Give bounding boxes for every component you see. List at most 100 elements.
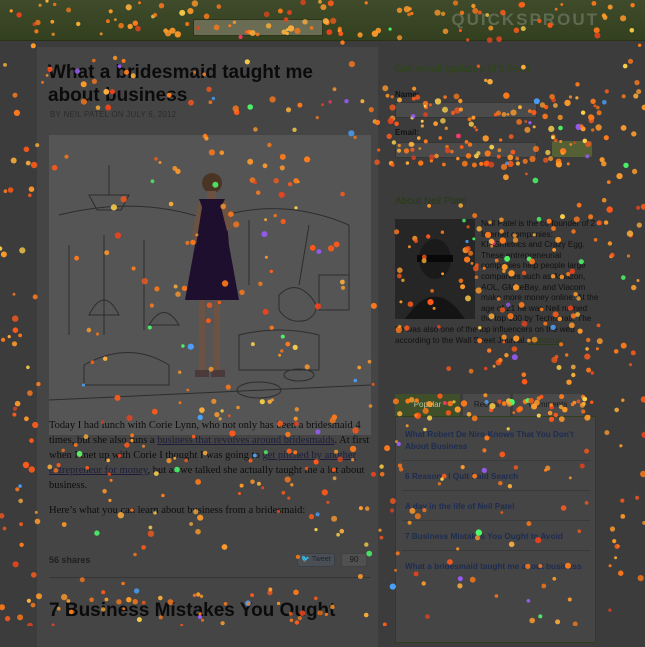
heatmap-dot (628, 59, 633, 64)
about-heading: About Neil Patel (395, 196, 467, 207)
heatmap-dot (620, 499, 624, 503)
post-body: Today I had lunch with Corie Lynn, who n… (49, 418, 371, 528)
heatmap-dot (629, 234, 632, 237)
heatmap-dot (14, 110, 20, 116)
heatmap-dot (13, 407, 17, 411)
heatmap-dot (618, 570, 624, 576)
heatmap-dot (340, 40, 344, 44)
heatmap-dot (0, 246, 2, 250)
heatmap-dot (642, 105, 645, 111)
heatmap-dot (12, 413, 16, 417)
heatmap-dot (12, 315, 18, 321)
heatmap-dot (12, 341, 17, 346)
sidebar: Get email updates (it’s free) Name: Emai… (387, 47, 608, 647)
heatmap-dot (13, 327, 19, 333)
list-item[interactable]: 7 Business Mistakes You Ought to Avoid (405, 531, 585, 543)
heatmap-dot (617, 545, 620, 548)
list-item[interactable]: What Robert De Niro Knows That You Don't… (405, 429, 585, 452)
heatmap-dot (28, 194, 32, 198)
tweet-button[interactable]: 🐦 Tweet (297, 553, 335, 567)
name-label: Name: (395, 90, 419, 99)
heatmap-dot (31, 572, 37, 578)
heatmap-dot (18, 334, 22, 338)
heatmap-dot (642, 432, 645, 438)
next-post-title[interactable]: 7 Business Mistakes You Ought (49, 600, 374, 622)
post-tabs: Popular Recent Comments (395, 394, 605, 416)
heatmap-dot (3, 527, 7, 531)
bio-continue-link[interactable]: Continue (529, 336, 562, 345)
heatmap-dot (610, 253, 615, 258)
heatmap-dot (18, 484, 21, 487)
list-item[interactable]: 6 Reasons I Quit Paid Search (405, 471, 585, 483)
heatmap-dot (637, 223, 642, 228)
heatmap-dot (614, 408, 619, 413)
heatmap-dot (609, 564, 612, 567)
subscribe-button[interactable] (552, 141, 592, 157)
tab-popular[interactable]: Popular (395, 394, 460, 416)
heatmap-dot (627, 254, 630, 257)
heatmap-dot (641, 204, 645, 210)
bridesmaid-business-link[interactable]: business that revolves around bridesmaid… (157, 435, 334, 446)
heatmap-dot (0, 513, 4, 518)
tab-recent[interactable]: Recent (463, 394, 510, 416)
heatmap-dot (29, 186, 35, 192)
heatmap-dot (629, 363, 632, 366)
search-input[interactable] (193, 19, 323, 36)
heatmap-dot (380, 472, 385, 477)
list-item[interactable]: What a bridesmaid taught me about busine… (405, 561, 585, 573)
heatmap-dot (19, 247, 25, 253)
heatmap-dot (634, 80, 639, 85)
heatmap-dot (17, 614, 23, 620)
heatmap-dot (620, 514, 625, 519)
list-item[interactable]: A day in the life of Neil Patel (405, 501, 585, 513)
email-signup-heading: Get email updates (it’s free) (395, 63, 530, 75)
heatmap-dot (612, 539, 616, 543)
heatmap-dot (608, 241, 612, 245)
heatmap-dot (619, 571, 623, 575)
twitter-icon: 🐦 (301, 556, 312, 563)
heatmap-dot (608, 609, 611, 612)
email-label: Email: (395, 128, 419, 137)
heatmap-dot (623, 64, 628, 69)
list-divider (402, 550, 590, 551)
heatmap-dot (619, 444, 622, 447)
bridesmaid-illustration (49, 135, 371, 435)
heatmap-dot (632, 169, 637, 174)
heatmap-dot (638, 44, 641, 47)
name-field[interactable] (395, 102, 537, 118)
heatmap-dot (31, 603, 36, 608)
hero-image (49, 135, 371, 435)
heatmap-dot (616, 173, 622, 179)
heatmap-dot (614, 556, 617, 559)
share-count: 56 shares (49, 555, 91, 565)
heatmap-dot (26, 366, 30, 370)
heatmap-dot (636, 206, 640, 210)
heatmap-dot (621, 343, 627, 349)
heatmap-dot (5, 616, 10, 621)
heatmap-dot (636, 89, 641, 94)
heatmap-dot (18, 499, 23, 504)
heatmap-dot (621, 275, 626, 280)
heatmap-dot (378, 529, 381, 532)
heatmap-dot (631, 131, 636, 136)
heatmap-dot (641, 396, 645, 402)
heatmap-dot (26, 161, 31, 166)
tab-comments[interactable]: Comments (513, 394, 583, 416)
top-header: QUICKSPROUT (0, 0, 645, 41)
heatmap-dot (23, 462, 29, 468)
post-title[interactable]: What a bridesmaid taught me about busine… (48, 61, 368, 107)
heatmap-dot (4, 189, 8, 193)
heatmap-dot (29, 438, 34, 443)
heatmap-dot (0, 604, 5, 610)
heatmap-dot (623, 163, 628, 168)
share-row: 56 shares 🐦 Tweet 90 (49, 553, 371, 569)
heatmap-dot (633, 93, 638, 98)
post-paragraph-1: Today I had lunch with Corie Lynn, who n… (49, 418, 371, 493)
site-logo[interactable]: QUICKSPROUT (451, 10, 599, 30)
email-field[interactable] (395, 142, 537, 158)
heatmap-dot (13, 561, 19, 567)
main-content: What a bridesmaid taught me about busine… (37, 47, 378, 647)
post-paragraph-2: Here’s what you can learn about business… (49, 503, 371, 518)
heatmap-dot (29, 466, 35, 472)
heatmap-dot (11, 158, 17, 164)
